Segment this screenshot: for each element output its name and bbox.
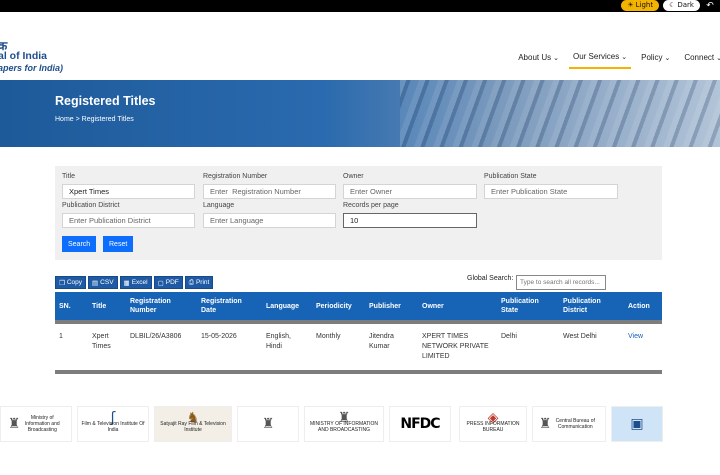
column-header[interactable]: Publication State bbox=[497, 292, 559, 320]
language-label: Language bbox=[203, 202, 235, 209]
top-bar: ☀ Light ☾ Dark ↶ bbox=[0, 0, 720, 12]
chevron-down-icon: ⌄ bbox=[553, 53, 559, 62]
back-arrow-icon[interactable]: ↶ bbox=[704, 1, 716, 11]
updea-logo[interactable]: ▣ bbox=[611, 406, 663, 442]
cell-owner: XPERT TIMES NETWORK PRIVATE LIMITED bbox=[422, 333, 489, 360]
cell-publication-district: West Delhi bbox=[563, 333, 597, 340]
global-search-label: Global Search: bbox=[467, 275, 514, 282]
search-button[interactable]: Search bbox=[62, 236, 97, 252]
title-input[interactable] bbox=[62, 184, 195, 199]
ftii-logo[interactable]: ʃ Film & Television Institute Of India bbox=[77, 406, 149, 442]
nav-about-us[interactable]: About Us ⌄ bbox=[514, 52, 563, 69]
partner-logos: ♜ Ministry of Information and Broadcastin… bbox=[0, 404, 720, 444]
publication-state-label: Publication State bbox=[484, 173, 537, 180]
main-nav: About Us ⌄ Our Services ⌄ Policy ⌄ Connect ⌄ bbox=[508, 52, 720, 69]
reset-button[interactable]: Reset bbox=[103, 236, 134, 252]
global-search-input[interactable] bbox=[516, 275, 606, 290]
owner-input[interactable] bbox=[343, 184, 477, 199]
publication-state-input[interactable] bbox=[484, 184, 618, 199]
view-link[interactable]: View bbox=[628, 333, 643, 340]
column-header[interactable]: Registration Date bbox=[197, 292, 262, 320]
nav-our-services[interactable]: Our Services ⌄ bbox=[569, 52, 632, 69]
copy-button[interactable]: ❐ Copy bbox=[55, 276, 87, 289]
column-header[interactable]: Language bbox=[262, 292, 312, 320]
logo-title[interactable]: al of India bbox=[0, 50, 47, 62]
registration-number-input[interactable] bbox=[203, 184, 336, 199]
column-header[interactable]: Publisher bbox=[365, 292, 418, 320]
site-header: क al of India apers for India) About Us ⌄… bbox=[0, 12, 720, 80]
cell-publisher: Jitendra Kumar bbox=[369, 333, 394, 350]
mib-logo[interactable]: ♜ Ministry of Information and Broadcastin… bbox=[0, 406, 72, 442]
emblem-icon: ♜ bbox=[261, 416, 275, 432]
cell-language: English, Hindi bbox=[266, 333, 291, 350]
nav-connect[interactable]: Connect ⌄ bbox=[680, 52, 720, 69]
page-title: Registered Titles bbox=[55, 94, 156, 108]
table-header-row: SN. Title Registration Number Registrati… bbox=[55, 292, 662, 320]
light-theme-button[interactable]: ☀ Light bbox=[621, 0, 660, 11]
cell-periodicity: Monthly bbox=[316, 333, 341, 340]
cell-registration-date: 15-05-2026 bbox=[201, 333, 237, 340]
table-row: 1 Xpert Times DLBIL/26/A3806 15-05-2026 … bbox=[55, 324, 662, 370]
nfdc-logo[interactable]: NFDC bbox=[389, 406, 451, 442]
publication-district-label: Publication District bbox=[62, 202, 120, 209]
moon-icon: ☾ bbox=[669, 1, 676, 9]
theme-toggles: ☀ Light ☾ Dark ↶ bbox=[621, 0, 716, 12]
title-label: Title bbox=[62, 173, 75, 180]
csv-file-icon: ▤ bbox=[92, 278, 99, 287]
registration-number-label: Registration Number bbox=[203, 173, 268, 180]
emblem-icon: ♜ bbox=[538, 416, 552, 432]
breadcrumb[interactable]: Home > Registered Titles bbox=[55, 116, 134, 123]
pib-logo[interactable]: ◈ PRESS INFORMATION BUREAU bbox=[459, 406, 527, 442]
export-toolbar: ❐ Copy ▤ CSV ▦ Excel ▢ PDF ⎙ Print bbox=[55, 276, 214, 289]
chevron-down-icon: ⌄ bbox=[664, 53, 671, 62]
column-header[interactable]: Title bbox=[88, 292, 126, 320]
cell-title: Xpert Times bbox=[92, 333, 111, 350]
nav-policy[interactable]: Policy ⌄ bbox=[637, 52, 674, 69]
table-bottom-bar bbox=[55, 370, 662, 374]
logo-subtitle: apers for India) bbox=[0, 63, 64, 73]
updea-mark-icon: ▣ bbox=[630, 416, 644, 432]
records-per-page-input[interactable] bbox=[343, 213, 477, 228]
csv-button[interactable]: ▤ CSV bbox=[88, 276, 118, 289]
publication-district-input[interactable] bbox=[62, 213, 195, 228]
cell-action: View bbox=[624, 324, 662, 370]
srfti-logo[interactable]: ♞ Satyajit Ray Film & Television Institut… bbox=[154, 406, 232, 442]
pdf-file-icon: ▢ bbox=[157, 278, 164, 287]
chevron-down-icon: ⌄ bbox=[716, 53, 720, 62]
owner-label: Owner bbox=[343, 173, 364, 180]
chevron-down-icon: ⌄ bbox=[621, 52, 628, 61]
records-per-page-label: Records per page bbox=[343, 202, 399, 209]
sun-icon: ☀ bbox=[627, 1, 634, 9]
state-emblem-logo[interactable]: ♜ bbox=[237, 406, 299, 442]
cbc-logo[interactable]: ♜ Central Bureau of Communication bbox=[532, 406, 606, 442]
language-input[interactable] bbox=[203, 213, 336, 228]
search-form: Title Registration Number Owner Publicat… bbox=[55, 166, 662, 260]
cell-sn: 1 bbox=[59, 333, 63, 340]
excel-button[interactable]: ▦ Excel bbox=[119, 276, 152, 289]
column-header[interactable]: Action bbox=[624, 292, 662, 320]
cell-registration-number: DLBIL/26/A3806 bbox=[130, 333, 182, 340]
page-banner: Registered Titles Home > Registered Titl… bbox=[0, 80, 720, 147]
emblem-icon: ♜ bbox=[7, 416, 21, 432]
column-header[interactable]: Publication District bbox=[559, 292, 624, 320]
results-table: SN. Title Registration Number Registrati… bbox=[55, 292, 662, 374]
results-table-container: SN. Title Registration Number Registrati… bbox=[55, 292, 662, 374]
column-header[interactable]: Registration Number bbox=[126, 292, 197, 320]
column-header[interactable]: Owner bbox=[418, 292, 497, 320]
print-button[interactable]: ⎙ Print bbox=[184, 276, 214, 289]
column-header[interactable]: SN. bbox=[55, 292, 88, 320]
column-header[interactable]: Periodicity bbox=[312, 292, 365, 320]
ministry-logo[interactable]: ♜ MINISTRY OF INFORMATION AND BROADCASTIN… bbox=[304, 406, 384, 442]
printer-icon: ⎙ bbox=[188, 278, 194, 286]
excel-file-icon: ▦ bbox=[123, 278, 130, 287]
pdf-button[interactable]: ▢ PDF bbox=[153, 276, 183, 289]
copy-icon: ❐ bbox=[59, 278, 65, 287]
cell-publication-state: Delhi bbox=[501, 333, 517, 340]
dark-theme-button[interactable]: ☾ Dark bbox=[663, 0, 700, 11]
